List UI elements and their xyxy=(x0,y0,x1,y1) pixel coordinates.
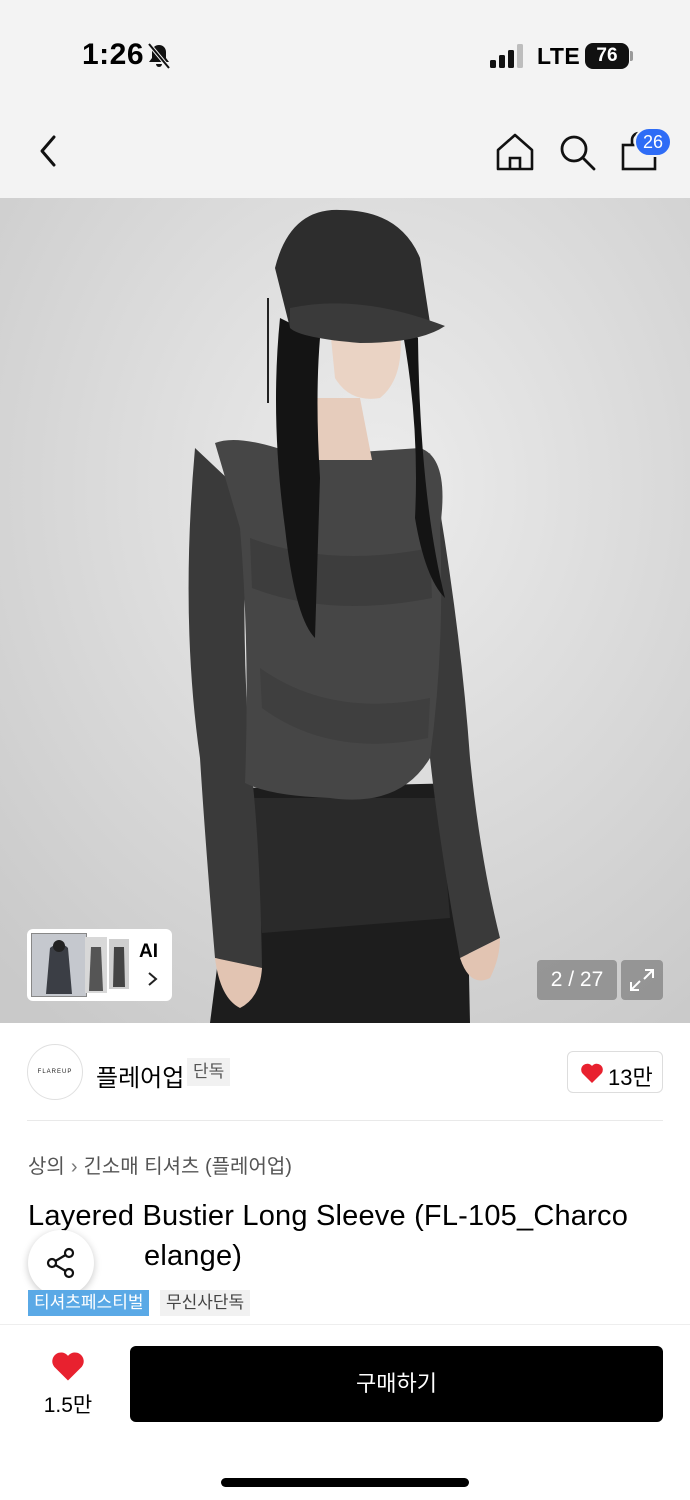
battery-icon: 76 xyxy=(585,43,633,69)
thumbnail-image[interactable] xyxy=(85,937,107,993)
breadcrumb-category[interactable]: 상의 xyxy=(28,1156,65,1178)
brand-name[interactable]: 플레어업 xyxy=(96,1058,184,1093)
expand-button[interactable] xyxy=(621,960,663,1000)
cart-count-badge: 26 xyxy=(634,127,672,157)
chevron-right-icon: › xyxy=(70,1156,78,1178)
festival-tag[interactable]: 티셔츠페스티벌 xyxy=(28,1290,150,1316)
heart-icon xyxy=(581,1063,603,1083)
divider xyxy=(27,1120,663,1121)
brand-logo[interactable]: FLAREUP xyxy=(27,1044,83,1100)
wish-count: 1.5만 xyxy=(43,1394,93,1417)
bottom-purchase-bar: 1.5만 구매하기 xyxy=(0,1324,690,1500)
ai-label: AI xyxy=(139,941,158,962)
battery-level: 76 xyxy=(585,43,629,69)
product-title-line2: elange) xyxy=(144,1240,243,1272)
breadcrumb-subcategory[interactable]: 긴소매 티셔츠 (플레어업) xyxy=(83,1156,291,1178)
home-indicator[interactable] xyxy=(221,1478,469,1487)
thumbnail-image[interactable] xyxy=(31,933,87,997)
exclusive-tag: 무신사단독 xyxy=(160,1290,251,1316)
brand-like-count: 13만 xyxy=(608,1065,653,1090)
top-nav: 26 xyxy=(0,105,690,198)
image-counter: 2 / 27 xyxy=(537,960,617,1000)
chevron-right-icon xyxy=(148,972,158,986)
buy-button[interactable]: 구매하기 xyxy=(130,1346,663,1422)
bell-muted-icon xyxy=(147,42,171,70)
product-photo xyxy=(0,198,690,1023)
status-time: 1:26 xyxy=(82,38,145,71)
product-image-gallery[interactable]: AI 2 / 27 xyxy=(0,198,690,1023)
network-type: LTE xyxy=(537,43,581,69)
product-title: Layered Bustier Long Sleeve (FL-105_Char… xyxy=(28,1196,668,1276)
expand-icon xyxy=(630,969,654,991)
heart-icon[interactable] xyxy=(50,1350,86,1382)
search-icon[interactable] xyxy=(556,131,598,173)
breadcrumb: 상의 › 긴소매 티셔츠 (플레어업) xyxy=(28,1150,292,1179)
exclusive-badge: 단독 xyxy=(187,1058,231,1086)
product-title-line1: Layered Bustier Long Sleeve (FL-105_Char… xyxy=(28,1200,629,1232)
signal-icon xyxy=(490,44,523,68)
status-bar: 1:26 LTE 76 xyxy=(0,0,690,105)
share-button[interactable] xyxy=(28,1230,94,1296)
brand-like-button[interactable]: 13만 xyxy=(567,1051,663,1093)
home-icon[interactable] xyxy=(494,131,536,173)
chevron-left-icon[interactable] xyxy=(34,133,64,169)
thumbnail-image[interactable] xyxy=(109,939,129,989)
share-icon xyxy=(46,1247,75,1279)
ai-thumbnail-strip[interactable]: AI xyxy=(27,929,172,1001)
